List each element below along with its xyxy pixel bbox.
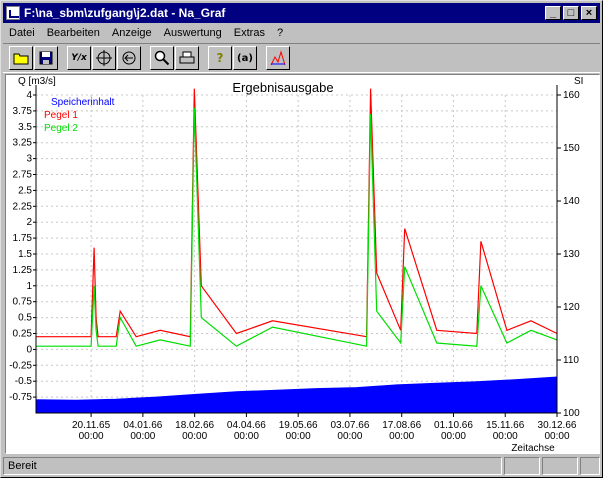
y-tick-label-left: -0.5 [15, 376, 33, 387]
y-axis-label-left: Q [m3/s] [18, 76, 56, 87]
print-icon[interactable] [175, 46, 199, 70]
open-folder-icon[interactable] [9, 46, 33, 70]
x-axis-label: Zeitachse [511, 443, 555, 453]
y-tick-label-left: 3.25 [13, 138, 33, 149]
y-tick-label-right: 130 [563, 249, 580, 260]
status-pane-1 [504, 457, 540, 475]
y-axis-label-right: SI [574, 76, 583, 87]
y-tick-label-left: 0.75 [13, 297, 33, 308]
close-icon[interactable]: × [581, 6, 597, 20]
legend-entry: Pegel 2 [44, 123, 78, 134]
y-tick-label-left: 1 [26, 281, 32, 292]
crosshair-icon[interactable] [92, 46, 116, 70]
yx-icon[interactable]: Y/x [67, 46, 91, 70]
y-tick-label-left: 1.75 [13, 233, 33, 244]
x-tick-label-time: 00:00 [337, 431, 362, 442]
status-pane-3 [580, 457, 600, 475]
window-title: F:\na_sbm\zufgang\j2.dat - Na_Graf [24, 6, 226, 20]
legend-entry: Pegel 1 [44, 110, 78, 121]
legend-entry: Speicherinhalt [51, 97, 115, 108]
chart-area[interactable]: 4 3.75 3.5 3.25 3 2.75 2.5 2.25 2 1.75 1.5 1.25 1 0.7… [5, 74, 600, 454]
y-tick-label-left: 1.5 [18, 249, 32, 260]
x-tick-label-time: 00:00 [493, 431, 518, 442]
y-tick-label-left: 3.5 [18, 122, 32, 133]
maximize-icon[interactable]: □ [563, 6, 579, 20]
toolbar: Y/x ? (a) [3, 43, 600, 73]
status-pane-2 [542, 457, 578, 475]
y-tick-label-left: 2.5 [18, 185, 32, 196]
menu-bar: Datei Bearbeiten Anzeige Auswertung Extr… [3, 24, 600, 42]
x-tick-label-date: 17.08.66 [382, 420, 421, 431]
menu-extras[interactable]: Extras [228, 27, 271, 39]
menu-datei[interactable]: Datei [3, 27, 41, 39]
about-icon[interactable]: (a) [233, 46, 257, 70]
x-tick-label-time: 00:00 [286, 431, 311, 442]
chart-legend: Speicherinhalt Pegel 1 Pegel 2 [44, 97, 115, 134]
status-bar: Bereit [3, 456, 600, 476]
chart-title: Ergebnisausgabe [232, 80, 333, 95]
x-tick-label-date: 15.11.66 [486, 420, 525, 431]
yx-label: Y/x [71, 53, 87, 63]
y-tick-label-left: 3 [26, 154, 32, 165]
series-pegel-2 [36, 107, 558, 347]
y-tick-label-left: 3.75 [13, 106, 33, 117]
x-tick-label-date: 20.11.65 [72, 420, 111, 431]
minimize-icon[interactable]: _ [545, 6, 561, 20]
x-tick-label-time: 00:00 [130, 431, 155, 442]
help-icon[interactable]: ? [208, 46, 232, 70]
graph-icon[interactable] [266, 46, 290, 70]
x-tick-label-date: 04.01.66 [123, 420, 162, 431]
y-tick-label-left: -0.25 [9, 360, 32, 371]
y-tick-label-right: 110 [563, 355, 579, 366]
title-bar[interactable]: F:\na_sbm\zufgang\j2.dat - Na_Graf _ □ × [3, 3, 600, 23]
x-tick-label-time: 00:00 [234, 431, 259, 442]
y-tick-label-left: 0 [26, 344, 32, 355]
menu-anzeige[interactable]: Anzeige [106, 27, 158, 39]
save-icon[interactable] [34, 46, 58, 70]
y-tick-label-left: 2.75 [13, 170, 33, 181]
about-label: (a) [237, 52, 253, 64]
menu-auswertung[interactable]: Auswertung [158, 27, 228, 39]
series-area-speicherinhalt [35, 376, 558, 414]
series-pegel-1 [36, 88, 558, 338]
y-tick-label-right: 100 [563, 408, 580, 419]
x-tick-label-date: 19.05.66 [279, 420, 318, 431]
back-arrow-icon[interactable] [117, 46, 141, 70]
app-icon[interactable] [6, 6, 20, 20]
x-tick-label-date: 01.10.66 [434, 420, 473, 431]
x-tick-label-date: 03.07.66 [330, 420, 369, 431]
y-tick-label-left: 0.5 [18, 313, 32, 324]
chart-grid [36, 94, 558, 413]
y-tick-label-left: -0.75 [9, 392, 32, 403]
chart-svg[interactable]: 4 3.75 3.5 3.25 3 2.75 2.5 2.25 2 1.75 1.5 1.25 1 0.7… [6, 75, 599, 453]
x-tick-label-date: 04.04.66 [227, 420, 266, 431]
x-tick-label-time: 00:00 [441, 431, 466, 442]
x-tick-label-time: 00:00 [389, 431, 414, 442]
y-tick-label-left: 4 [26, 90, 32, 101]
status-text: Bereit [3, 457, 502, 475]
series-speicherinhalt [35, 376, 558, 414]
help-label: ? [216, 51, 224, 65]
x-tick-label-time: 00:00 [79, 431, 104, 442]
x-tick-label-date: 18.02.66 [175, 420, 214, 431]
x-tick-label-time: 00:00 [544, 431, 569, 442]
y-tick-label-left: 1.25 [13, 265, 33, 276]
y-tick-label-left: 0.25 [13, 329, 33, 340]
app-window: F:\na_sbm\zufgang\j2.dat - Na_Graf _ □ ×… [0, 0, 603, 478]
menu-help[interactable]: ? [271, 27, 289, 39]
y-tick-label-right: 140 [563, 196, 580, 207]
menu-bearbeiten[interactable]: Bearbeiten [41, 27, 106, 39]
y-tick-label-right: 150 [563, 143, 580, 154]
y-tick-label-right: 120 [563, 302, 580, 313]
zoom-icon[interactable] [150, 46, 174, 70]
y-tick-label-left: 2.25 [13, 201, 33, 212]
x-tick-label-date: 30.12.66 [538, 420, 577, 431]
y-tick-label-left: 2 [26, 217, 32, 228]
x-tick-label-time: 00:00 [182, 431, 207, 442]
y-tick-label-right: 160 [563, 90, 580, 101]
